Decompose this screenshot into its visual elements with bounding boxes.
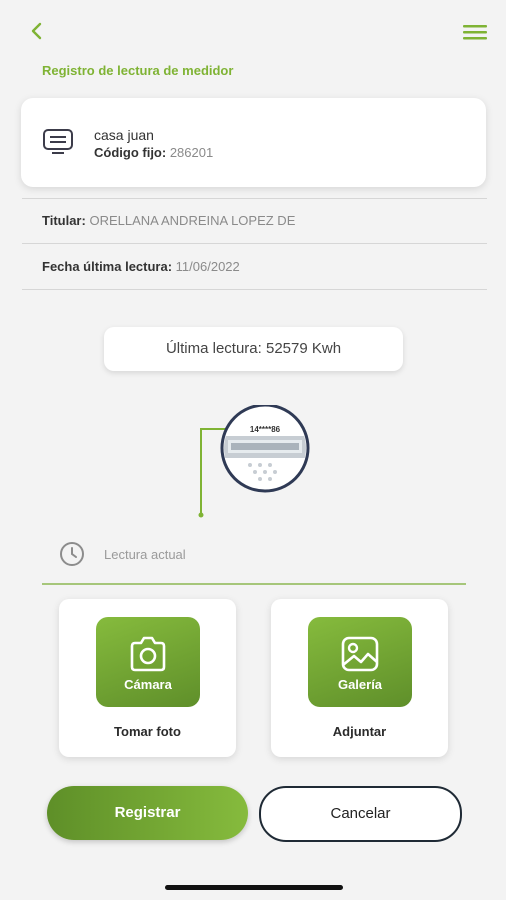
meter-code-value: 286201 [169,145,214,160]
divider [22,243,487,244]
meter-name: casa juan [94,127,154,143]
camera-card: Cámara Tomar foto [59,599,236,757]
cancel-button[interactable]: Cancelar [259,786,462,842]
holder-value: ORELLANA ANDREINA LOPEZ DE [89,213,296,228]
meter-digits: 14****86 [250,425,281,434]
hamburger-menu-icon [463,25,487,40]
home-indicator[interactable] [165,885,343,890]
reading-input[interactable] [102,539,456,569]
last-date-label: Fecha última lectura: [42,259,173,274]
divider [22,289,487,290]
meter-code: Código fijo: 286201 [94,145,213,160]
camera-icon [130,636,166,672]
chevron-left-icon [31,22,42,40]
holder-label: Titular: [42,213,86,228]
page-title: Registro de lectura de medidor [42,63,234,78]
last-date-row: Fecha última lectura: 11/06/2022 [42,259,240,274]
last-date-value: 11/06/2022 [175,259,240,274]
last-reading-badge: Última lectura: 52579 Kwh [104,327,403,371]
meter-code-label: Código fijo: [94,145,167,160]
meter-illustration: 14****86 [198,405,310,518]
gallery-button[interactable]: Galería [308,617,412,707]
meter-card: casa juan Código fijo: 286201 [21,98,486,187]
divider [22,198,487,199]
camera-label: Cámara [124,677,172,692]
register-button[interactable]: Registrar [47,786,248,840]
gallery-label: Galería [337,677,383,692]
gallery-caption: Adjuntar [332,724,387,739]
menu-button[interactable] [461,22,489,42]
clock-icon [60,542,84,566]
reading-field[interactable] [42,535,466,585]
gallery-card: Galería Adjuntar [271,599,448,757]
gallery-icon [341,636,379,672]
camera-button[interactable]: Cámara [96,617,200,707]
meter-display-icon [43,129,73,154]
back-button[interactable] [26,20,48,42]
holder-row: Titular: ORELLANA ANDREINA LOPEZ DE [42,213,295,228]
camera-caption: Tomar foto [114,724,181,739]
